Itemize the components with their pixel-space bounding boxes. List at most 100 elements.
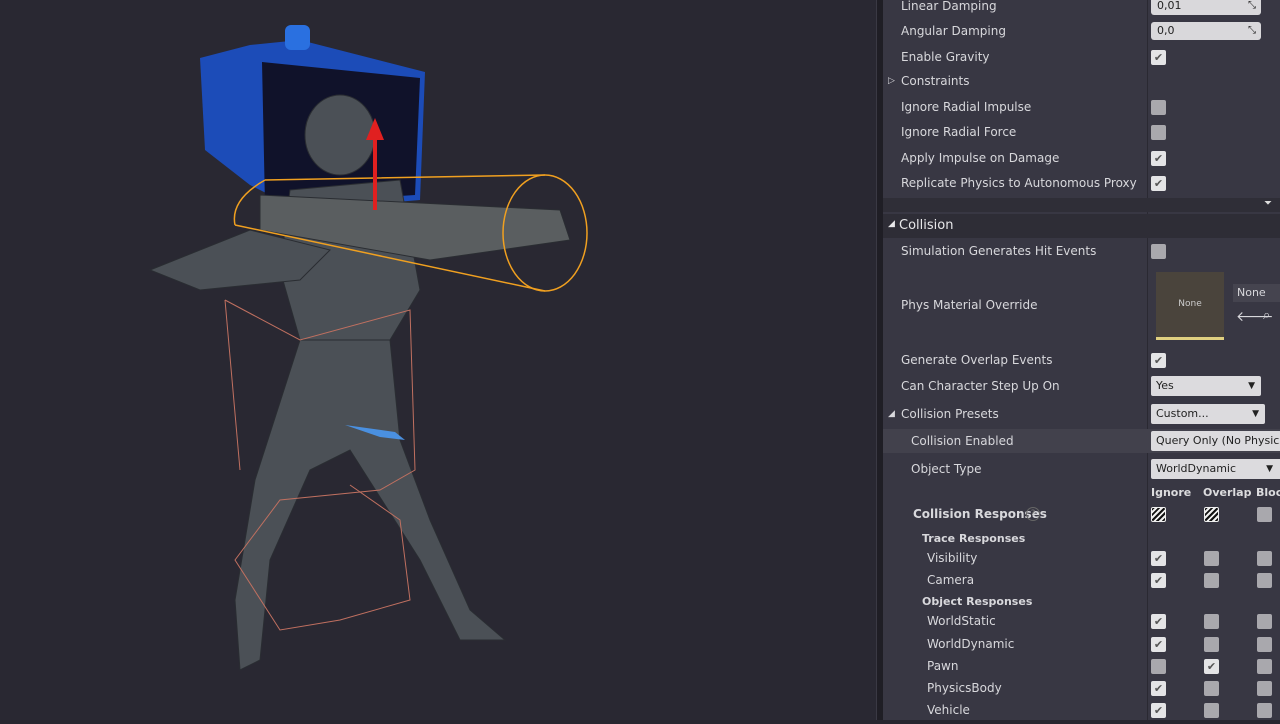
- row-overlap-events: Generate Overlap Events ✔: [883, 348, 1280, 372]
- block-checkbox[interactable]: [1257, 658, 1272, 674]
- ignore-checkbox[interactable]: ✔: [1151, 550, 1166, 566]
- block-checkbox[interactable]: [1257, 613, 1272, 629]
- row-object-type: Object Type WorldDynamic ▼: [883, 457, 1280, 481]
- row-sim-hit-events: Simulation Generates Hit Events: [883, 239, 1280, 263]
- block-checkbox[interactable]: [1257, 572, 1272, 588]
- row-ignore-radial-force: Ignore Radial Force: [883, 120, 1280, 144]
- value: 0,01: [1157, 0, 1182, 12]
- channel-label: WorldDynamic: [927, 637, 1015, 651]
- object-type-dropdown[interactable]: WorldDynamic ▼: [1151, 459, 1280, 479]
- expand-icon: ⤡: [1248, 25, 1256, 36]
- replicate-physics-checkbox[interactable]: ✔: [1151, 175, 1166, 191]
- ignore-checkbox[interactable]: ✔: [1151, 636, 1166, 652]
- material-thumbnail[interactable]: None: [1156, 272, 1224, 340]
- row-replicate-physics: Replicate Physics to Autonomous Proxy ✔: [883, 171, 1280, 195]
- overlap-checkbox[interactable]: [1204, 702, 1219, 718]
- column-overlap: Overlap: [1203, 486, 1252, 499]
- label: Collision Enabled: [911, 434, 1014, 448]
- label: Phys Material Override: [901, 298, 1038, 312]
- label: Object Responses: [922, 594, 1033, 608]
- all-ignore-checkbox[interactable]: [1151, 506, 1166, 522]
- label: Can Character Step Up On: [901, 379, 1060, 393]
- row-collision-responses: Collision Responses?: [883, 502, 1280, 526]
- expand-icon: ⤡: [1248, 0, 1256, 11]
- channel-label: Camera: [927, 573, 975, 587]
- value: Custom...: [1156, 407, 1209, 420]
- row-collision-enabled: Collision Enabled Query Only (No Physics …: [883, 429, 1280, 453]
- ignore-checkbox[interactable]: ✔: [1151, 680, 1166, 696]
- label: Constraints: [901, 74, 970, 88]
- channel-label: Vehicle: [927, 703, 970, 717]
- label: Replicate Physics to Autonomous Proxy: [901, 176, 1137, 190]
- label: Angular Damping: [901, 24, 1006, 38]
- block-checkbox[interactable]: [1257, 636, 1272, 652]
- expand-arrow-icon[interactable]: ▷: [888, 76, 895, 86]
- response-row: PhysicsBody ✔: [883, 676, 1280, 700]
- row-step-up: Can Character Step Up On Yes ▼: [883, 374, 1280, 398]
- overlap-events-checkbox[interactable]: ✔: [1151, 352, 1166, 368]
- enable-gravity-checkbox[interactable]: ✔: [1151, 49, 1166, 65]
- overlap-checkbox[interactable]: [1204, 572, 1219, 588]
- value: Query Only (No Physics Collision): [1156, 434, 1280, 447]
- advanced-expander[interactable]: ⏷: [883, 198, 1280, 212]
- collision-section-header[interactable]: ◢ Collision: [883, 214, 1280, 238]
- material-asset-picker[interactable]: None: [1233, 284, 1280, 302]
- ignore-radial-force-checkbox[interactable]: [1151, 124, 1166, 140]
- ignore-radial-impulse-checkbox[interactable]: [1151, 99, 1166, 115]
- row-ignore-radial-impulse: Ignore Radial Impulse: [883, 95, 1280, 119]
- all-block-checkbox[interactable]: [1257, 506, 1272, 522]
- ignore-checkbox[interactable]: ✔: [1151, 572, 1166, 588]
- label: Ignore Radial Force: [901, 125, 1017, 139]
- channel-label: Pawn: [927, 659, 959, 673]
- label: Apply Impulse on Damage: [901, 151, 1060, 165]
- value: WorldDynamic: [1156, 462, 1237, 475]
- row-angular-damping: Angular Damping 0,0 ⤡: [883, 19, 1280, 43]
- overlap-checkbox[interactable]: [1204, 636, 1219, 652]
- character-preview: [148, 25, 588, 671]
- block-checkbox[interactable]: [1257, 702, 1272, 718]
- label: Generate Overlap Events: [901, 353, 1053, 367]
- ignore-checkbox[interactable]: ✔: [1151, 613, 1166, 629]
- overlap-checkbox[interactable]: [1204, 680, 1219, 696]
- search-icon[interactable]: ⌕: [1263, 308, 1270, 323]
- panel-splitter[interactable]: [876, 0, 883, 720]
- response-row: Vehicle ✔: [883, 698, 1280, 720]
- label: Simulation Generates Hit Events: [901, 244, 1097, 258]
- angular-damping-input[interactable]: 0,0 ⤡: [1151, 22, 1261, 40]
- response-row: WorldStatic ✔: [883, 609, 1280, 633]
- collapse-arrow-icon[interactable]: ◢: [888, 409, 895, 419]
- value: Yes: [1156, 379, 1174, 392]
- row-apply-impulse: Apply Impulse on Damage ✔: [883, 146, 1280, 170]
- linear-damping-input[interactable]: 0,01 ⤡: [1151, 0, 1261, 15]
- overlap-checkbox[interactable]: [1204, 550, 1219, 566]
- sim-hit-events-checkbox[interactable]: [1151, 243, 1166, 259]
- overlap-checkbox[interactable]: [1204, 613, 1219, 629]
- collapse-arrow-icon[interactable]: ◢: [888, 219, 895, 229]
- viewport[interactable]: [0, 0, 876, 720]
- section-title: Collision: [899, 218, 954, 233]
- chevron-down-icon: ▼: [1266, 464, 1273, 474]
- chevron-down-icon[interactable]: ⏷: [1264, 198, 1272, 209]
- ignore-checkbox[interactable]: [1151, 658, 1166, 674]
- column-ignore: Ignore: [1151, 486, 1192, 499]
- overlap-checkbox[interactable]: ✔: [1204, 658, 1219, 674]
- chevron-down-icon: ▼: [1252, 409, 1259, 419]
- response-row: WorldDynamic ✔: [883, 632, 1280, 656]
- row-enable-gravity: Enable Gravity ✔: [883, 45, 1280, 69]
- help-icon[interactable]: ?: [1026, 507, 1040, 521]
- channel-label: PhysicsBody: [927, 681, 1002, 695]
- presets-dropdown[interactable]: Custom... ▼: [1151, 404, 1265, 424]
- ignore-checkbox[interactable]: ✔: [1151, 702, 1166, 718]
- step-up-dropdown[interactable]: Yes ▼: [1151, 376, 1261, 396]
- apply-impulse-checkbox[interactable]: ✔: [1151, 150, 1166, 166]
- collision-enabled-dropdown[interactable]: Query Only (No Physics Collision): [1151, 431, 1280, 451]
- block-checkbox[interactable]: [1257, 680, 1272, 696]
- response-row: Pawn ✔: [883, 654, 1280, 678]
- row-constraints[interactable]: ▷ Constraints: [883, 69, 1280, 93]
- label: Collision Presets: [901, 407, 999, 421]
- column-block: Block: [1256, 486, 1280, 499]
- all-overlap-checkbox[interactable]: [1204, 506, 1219, 522]
- details-panel: Linear Damping 0,01 ⤡ Angular Damping 0,0…: [883, 0, 1280, 720]
- response-row: Visibility ✔: [883, 546, 1280, 570]
- block-checkbox[interactable]: [1257, 550, 1272, 566]
